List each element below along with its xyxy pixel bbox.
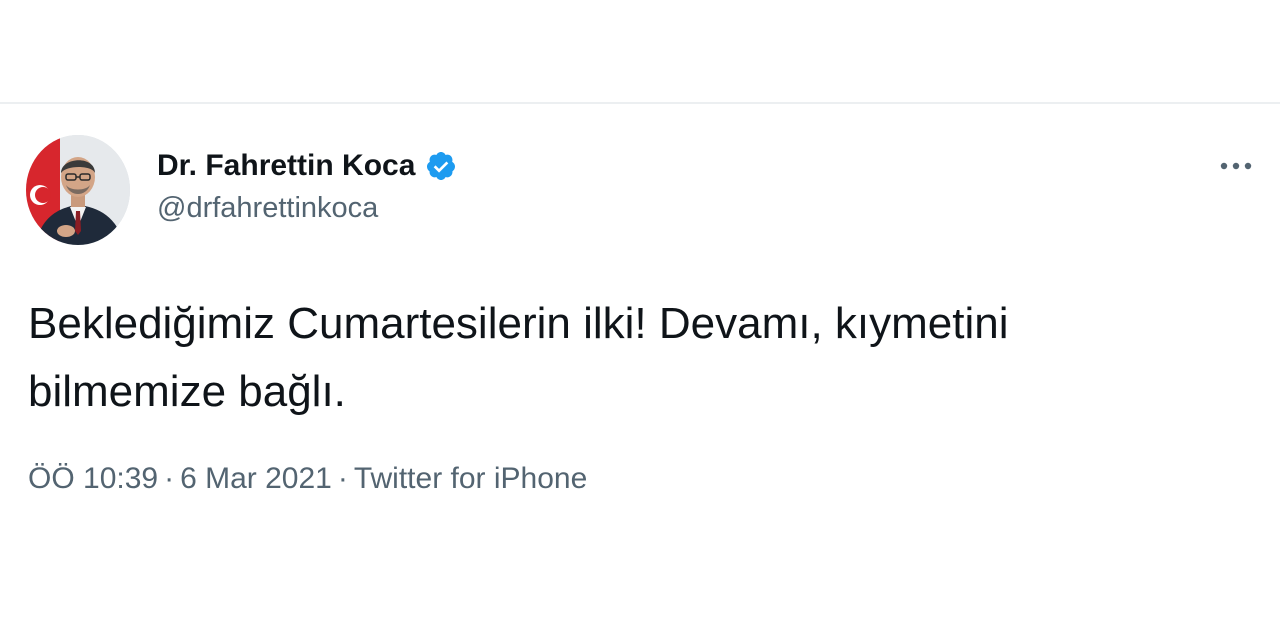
tweet-time[interactable]: ÖÖ 10:39 (28, 462, 158, 496)
tweet-text: Beklediğimiz Cumartesilerin ilki! Devamı… (28, 299, 1009, 416)
meta-separator: · (164, 462, 175, 495)
tweet-date[interactable]: 6 Mar 2021 (180, 462, 332, 496)
top-divider (0, 102, 1280, 104)
more-options-icon[interactable] (1212, 148, 1260, 184)
verified-badge-icon (425, 150, 457, 182)
author-handle[interactable]: @drfahrettinkoca (157, 192, 378, 225)
avatar-photo (26, 135, 130, 245)
avatar[interactable] (26, 135, 130, 245)
tweet-source[interactable]: Twitter for iPhone (354, 462, 587, 496)
author-display-name[interactable]: Dr. Fahrettin Koca (157, 149, 415, 183)
meta-separator: · (337, 462, 348, 495)
tweet-page: Dr. Fahrettin Koca @drfahrettinkoca Bekl… (0, 0, 1280, 640)
author-name-row: Dr. Fahrettin Koca (157, 146, 457, 186)
tweet-meta: ÖÖ 10:39 · 6 Mar 2021 · Twitter for iPho… (28, 462, 587, 496)
